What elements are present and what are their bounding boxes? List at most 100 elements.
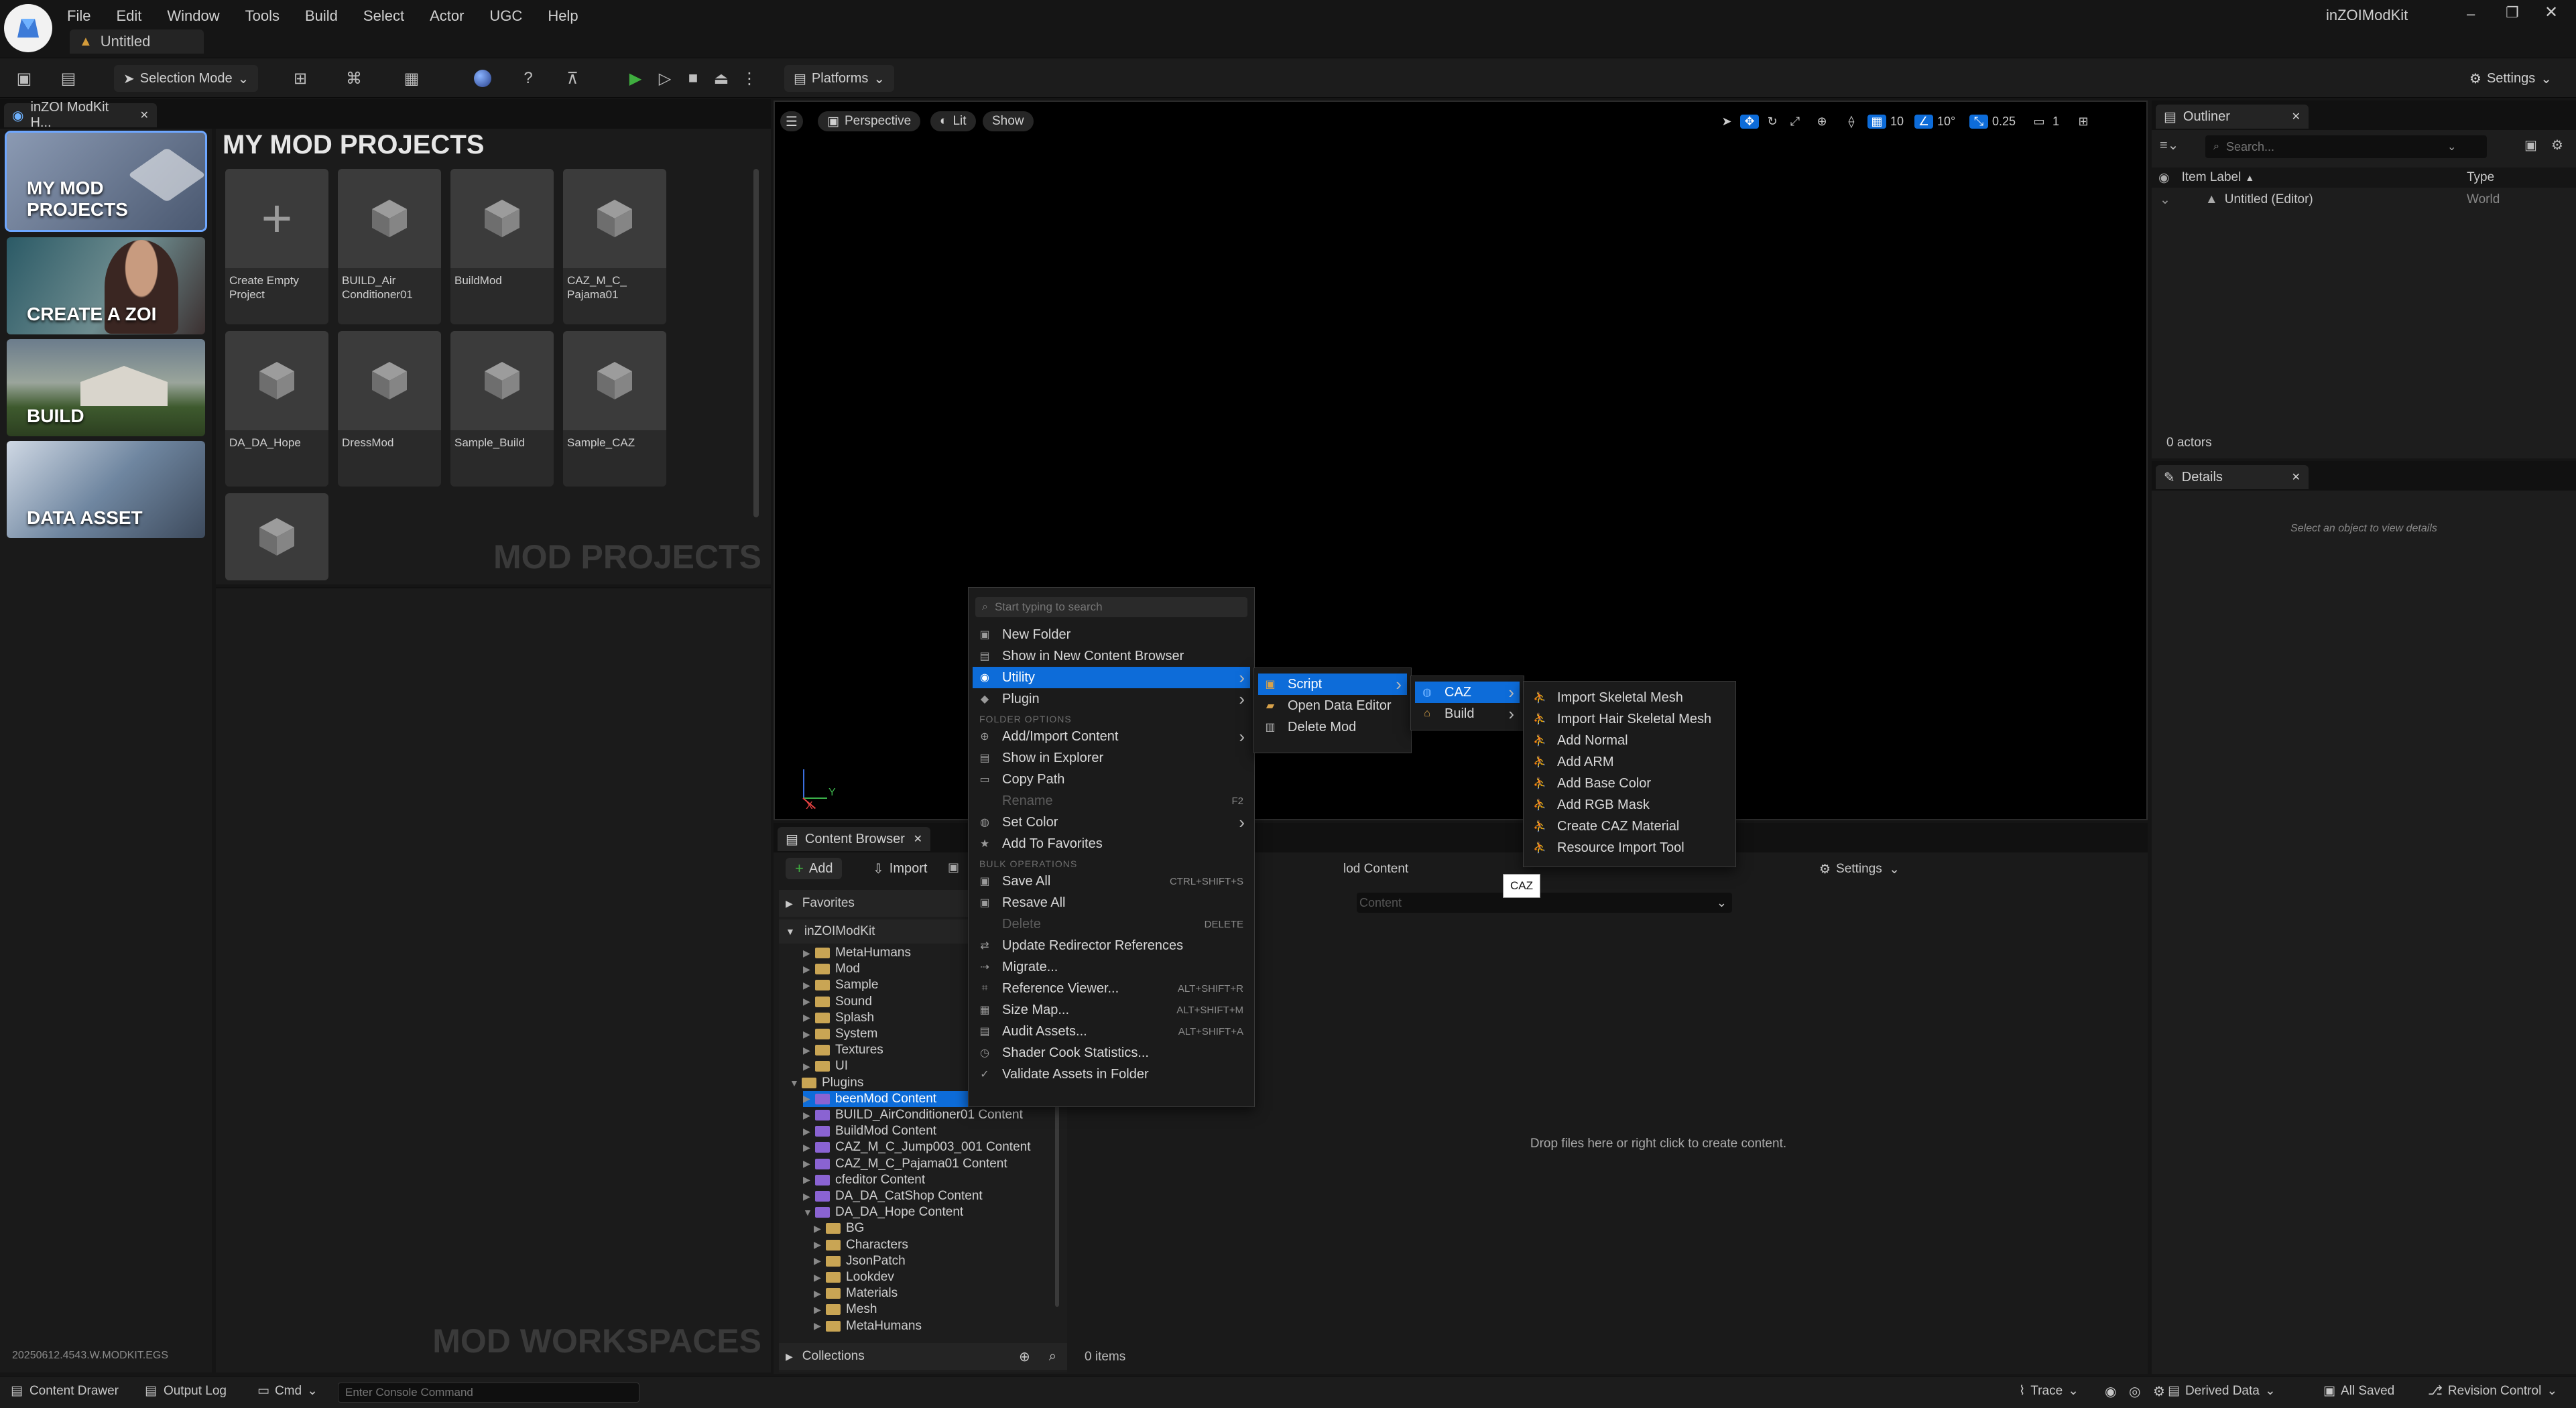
menu-item-size-map[interactable]: ▦ Size Map... ALT+SHIFT+M — [973, 999, 1250, 1021]
project-tile[interactable]: CAZ_M_C_ Pajama01 — [563, 169, 666, 324]
lit-button[interactable]: ◐ Lit — [930, 111, 976, 131]
chevron-right-icon[interactable]: ▶ — [814, 1288, 826, 1299]
select-tool-icon[interactable]: ➤ — [1717, 115, 1736, 129]
help-icon[interactable]: ? — [516, 66, 540, 90]
menu-item-add-arm[interactable]: ⛹ Add ARM — [1528, 751, 1731, 773]
column-type[interactable]: Type — [2467, 170, 2494, 185]
plugin-folder-item[interactable]: ▼ DA_DA_Hope Content — [803, 1204, 963, 1220]
folder-item[interactable]: ▶ Mod — [803, 961, 860, 977]
chevron-right-icon[interactable]: ▶ — [803, 1061, 815, 1072]
play-icon[interactable]: ▶ — [623, 66, 648, 90]
plugin-folder-item[interactable]: ▶ BUILD_AirConditioner01 Content — [803, 1107, 1023, 1123]
move-tool-icon[interactable]: ✥ — [1740, 114, 1759, 129]
menu-item-set-color[interactable]: ◍ Set Color › — [973, 812, 1250, 833]
selection-mode-dropdown[interactable]: ➤ Selection Mode ⌄ — [114, 65, 259, 92]
camera-speed-icon[interactable]: ▭ — [2030, 115, 2048, 129]
angle-snap-icon[interactable]: ∠ — [1914, 114, 1933, 129]
folder-item[interactable]: ▶ MetaHumans — [803, 945, 911, 961]
show-button[interactable]: Show — [983, 111, 1034, 131]
folder-item[interactable]: ▶ UI — [803, 1058, 848, 1074]
menu-item-save-all[interactable]: ▣ Save All CTRL+SHIFT+S — [973, 871, 1250, 892]
menu-item-script[interactable]: ▣ Script › — [1258, 674, 1407, 695]
chevron-right-icon[interactable]: ▶ — [803, 996, 815, 1007]
add-collection-icon[interactable]: ⊕ — [1019, 1348, 1030, 1365]
record-icon[interactable]: ◉ — [2105, 1383, 2116, 1400]
menu-item-add-import-content[interactable]: ⊕ Add/Import Content › — [973, 726, 1250, 747]
menu-item-copy-path[interactable]: ▭ Copy Path — [973, 769, 1250, 790]
rotate-tool-icon[interactable]: ↻ — [1763, 115, 1782, 129]
plugin-folder-item[interactable]: ▶ DA_DA_CatShop Content — [803, 1188, 983, 1204]
project-tile[interactable]: BuildMod — [450, 169, 554, 324]
more-options-icon[interactable]: ⋮ — [737, 66, 761, 90]
folder-item[interactable]: ▶ Characters — [814, 1237, 908, 1253]
cmd-dropdown[interactable]: ▭ Cmd ⌄ — [257, 1383, 318, 1399]
menu-item-update-redirector-references[interactable]: ⇄ Update Redirector References — [973, 935, 1250, 956]
chevron-right-icon[interactable]: ▶ — [814, 1272, 826, 1283]
folder-item[interactable]: ▶ Sound — [803, 994, 872, 1010]
project-tile[interactable]: DA_DA_Hope — [225, 331, 328, 487]
column-item-label[interactable]: Item Label — [2182, 170, 2242, 185]
menu-item-import-skeletal-mesh[interactable]: ⛹ Import Skeletal Mesh — [1528, 687, 1731, 708]
folder-item[interactable]: ▶ JsonPatch — [814, 1253, 906, 1269]
category-data-asset[interactable]: DATA ASSET — [7, 441, 205, 538]
settings-dropdown[interactable]: ⚙ Settings ⌄ — [2460, 65, 2561, 92]
close-window-icon[interactable]: ✕ — [2544, 3, 2558, 22]
menu-item-add-to-favorites[interactable]: ★ Add To Favorites — [973, 833, 1250, 854]
scale-snap-value[interactable]: 0.25 — [1992, 115, 2026, 129]
folder-item[interactable]: ▶ Sample — [803, 977, 878, 993]
category-my-mod-projects[interactable]: MY MOD PROJECTS — [5, 131, 207, 232]
chevron-right-icon[interactable]: ▶ — [803, 1126, 815, 1137]
camera-icon[interactable]: ◎ — [2129, 1383, 2140, 1400]
menu-item-delete[interactable]: Delete DELETE — [973, 913, 1250, 935]
menu-item-create-caz-material[interactable]: ⛹ Create CAZ Material — [1528, 816, 1731, 837]
cb-filter[interactable]: Content ⌄ — [1357, 893, 1732, 913]
folder-item[interactable]: ▼ Plugins — [790, 1075, 863, 1091]
filter-icon[interactable]: ≡⌄ — [2160, 137, 2179, 153]
world-icon[interactable]: ⊕ — [1808, 115, 1835, 129]
chevron-right-icon[interactable]: ▶ — [803, 1029, 815, 1040]
menu-window[interactable]: Window — [167, 7, 219, 25]
viewport-menu-button[interactable]: ☰ — [780, 111, 803, 131]
menu-help[interactable]: Help — [548, 7, 578, 25]
restore-icon[interactable]: ❐ — [2506, 4, 2519, 21]
chevron-right-icon[interactable]: ▶ — [803, 1093, 815, 1104]
project-tile[interactable]: DressMod — [338, 331, 441, 487]
outliner-row[interactable]: ⌄ ▲ Untitled (Editor) World — [2152, 190, 2576, 209]
expand-icon[interactable]: ⌄ — [2160, 192, 2170, 208]
step-icon[interactable]: ▷ — [653, 66, 677, 90]
content-drawer-button[interactable]: ▤ Content Drawer — [11, 1383, 119, 1399]
category-build[interactable]: BUILD — [7, 339, 205, 436]
search-icon[interactable]: ⌕ — [1049, 1349, 1056, 1364]
chevron-right-icon[interactable]: ▶ — [814, 1304, 826, 1316]
scale-tool-icon[interactable]: ⤢ — [1786, 115, 1804, 129]
plugin-folder-item[interactable]: ▶ BuildMod Content — [803, 1123, 936, 1139]
cinematics-icon[interactable]: ▦ — [400, 66, 424, 90]
eject-icon[interactable]: ⏏ — [709, 66, 733, 90]
eye-icon[interactable]: ◉ — [2158, 170, 2170, 186]
folder-item[interactable]: ▶ Mesh — [814, 1301, 877, 1318]
stop-icon[interactable]: ■ — [681, 66, 705, 90]
close-tab-icon[interactable]: ✕ — [2292, 470, 2301, 484]
add-actor-icon[interactable]: ⊞ — [288, 66, 312, 90]
project-tile[interactable]: Sample_CAZ — [563, 331, 666, 487]
folder-item[interactable]: ▶ Lookdev — [814, 1269, 894, 1285]
menu-build[interactable]: Build — [305, 7, 338, 25]
import-button[interactable]: ⇩ Import — [863, 858, 936, 879]
grid-snap-value[interactable]: 10 — [1890, 115, 1910, 129]
close-tab-icon[interactable]: ✕ — [140, 109, 149, 122]
menu-item-build[interactable]: ⌂ Build › — [1415, 703, 1520, 724]
menu-edit[interactable]: Edit — [116, 7, 141, 25]
grid-snap-icon[interactable]: ▦ — [1867, 114, 1886, 129]
perspective-button[interactable]: ▣ Perspective — [818, 111, 921, 131]
outliner-tab[interactable]: ▤ Outliner ✕ — [2156, 105, 2309, 129]
menu-item-caz[interactable]: ◍ CAZ › — [1415, 682, 1520, 703]
blueprint-icon[interactable]: ⌘ — [342, 66, 366, 90]
settings-icon[interactable]: ⚙ — [2551, 137, 2563, 153]
menu-item-show-in-explorer[interactable]: ▤ Show in Explorer — [973, 747, 1250, 769]
chevron-right-icon[interactable]: ▶ — [814, 1255, 826, 1267]
chevron-right-icon[interactable]: ▶ — [803, 1158, 815, 1169]
add-folder-icon[interactable]: ▣ — [2524, 137, 2537, 153]
home-tab[interactable]: ◉ inZOI ModKit H... ✕ — [4, 100, 157, 130]
menu-item-open-data-editor[interactable]: ▰ Open Data Editor — [1258, 695, 1407, 716]
surface-snap-icon[interactable]: ⟠ — [1839, 115, 1863, 129]
